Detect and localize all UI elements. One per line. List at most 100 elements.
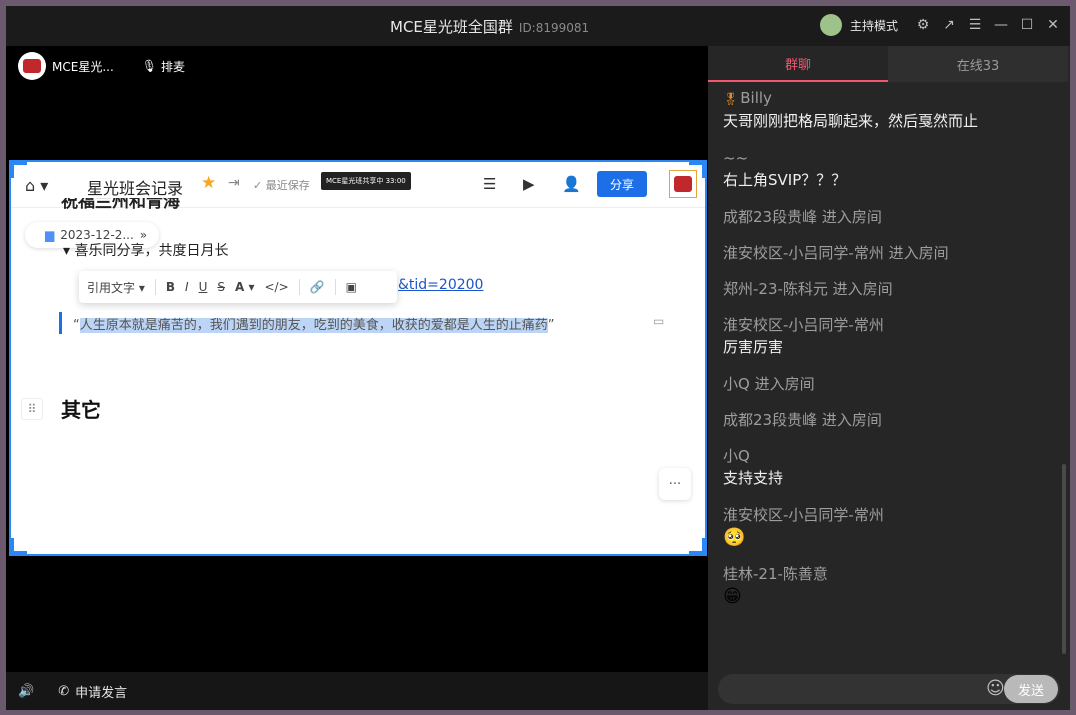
quote-open-mark: “: [73, 318, 80, 333]
message-text: 厉害厉害: [723, 338, 784, 356]
emoji-icon[interactable]: ☺: [986, 678, 1005, 699]
saved-status: ✓ 最近保存: [253, 179, 310, 192]
close-icon[interactable]: ✕: [1044, 16, 1062, 34]
comment-add-icon[interactable]: ▣: [346, 280, 357, 294]
message-sender: ~~: [723, 149, 749, 167]
style-select[interactable]: 引用文字 ▾: [87, 279, 145, 296]
toolbar-divider: [334, 279, 336, 295]
doc-link[interactable]: &tid=20200: [398, 277, 483, 293]
toolbar-divider: [154, 279, 156, 295]
drag-handle-icon[interactable]: ⠿: [21, 398, 43, 420]
message-text: 天哥刚刚把格局聊起来，然后戛然而止: [723, 112, 979, 130]
app-window: MCE星光班全国群 ID:8199081 主持模式 ⚙ ↗ ☰ — ☐ ✕ MCE…: [6, 6, 1070, 710]
collaborator-icon[interactable]: 👤: [562, 175, 581, 193]
tab-online[interactable]: 在线33: [888, 46, 1068, 82]
message-text: 支持支持: [723, 469, 784, 487]
sharing-status-tag: MCE星光班共享中 33:00: [321, 172, 411, 190]
toolbar-divider: [298, 279, 300, 295]
home-icon[interactable]: ⌂ ▾: [25, 176, 48, 195]
heading-other: 其它: [61, 398, 101, 422]
sender-name: Billy: [740, 89, 772, 107]
code-icon[interactable]: </>: [264, 280, 288, 294]
system-message: 成都23段贵峰 进入房间: [723, 207, 1053, 227]
outline-icon[interactable]: ☰: [483, 175, 496, 193]
saved-label: 最近保存: [265, 179, 310, 192]
message-sender: 小Q: [723, 447, 750, 465]
phone-icon: ✆: [58, 683, 70, 699]
chat-tabs: 群聊 在线33: [708, 46, 1070, 82]
volume-icon[interactable]: 🔊: [18, 684, 34, 699]
request-speak-button[interactable]: ✆ 申请发言: [58, 682, 127, 701]
medal-icon: 🎖: [723, 92, 739, 106]
bullet-item: ▾ 喜乐同分享，共度日月长: [63, 243, 229, 259]
selection-corner: [11, 162, 27, 178]
style-select-label: 引用文字: [87, 280, 136, 295]
grin-emoji-icon: 😁: [723, 586, 742, 607]
italic-icon[interactable]: I: [185, 280, 189, 294]
quote-block[interactable]: “人生原本就是痛苦的，我们遇到的朋友，吃到的美食，收获的爱都是人生的止痛药”: [73, 314, 555, 333]
message-sender: 淮安校区-小吕同学-常州: [723, 316, 884, 334]
file-icon: ▆: [45, 228, 55, 242]
host-mode-label[interactable]: 主持模式: [850, 17, 898, 34]
system-message: 小Q 进入房间: [723, 374, 1053, 394]
bullet-text: 喜乐同分享，共度日月长: [74, 243, 229, 259]
mic-queue-button[interactable]: 🎙 排麦: [142, 58, 185, 75]
strikethrough-icon[interactable]: S: [217, 280, 225, 294]
bold-icon[interactable]: B: [166, 280, 175, 294]
font-color-icon[interactable]: A ▾: [235, 280, 255, 294]
more-options-button[interactable]: ···: [659, 468, 691, 500]
chat-message: 淮安校区-小吕同学-常州 🥺: [723, 505, 1053, 548]
message-sender: 成都23段贵峰 进入房间: [723, 208, 882, 226]
message-sender: 成都23段贵峰 进入房间: [723, 411, 882, 429]
message-sender: 淮安校区-小吕同学-常州 进入房间: [723, 244, 949, 262]
message-sender: 🎖 Billy: [723, 88, 1053, 109]
mic-queue-label: 排麦: [161, 59, 186, 74]
message-sender: 桂林-21-陈善意: [723, 565, 828, 583]
chat-message: ~~ 右上角SVIP？？？: [723, 148, 1053, 191]
share-button[interactable]: 分享: [597, 171, 647, 197]
move-to-icon[interactable]: ⇥: [228, 175, 240, 191]
comment-icon[interactable]: ▭: [653, 314, 664, 328]
video-stage: MCE星光... 🎙 排麦 ⌂ ▾ 星光班会记录 ★ ⇥ ✓ 最近保存 MCE星…: [6, 46, 708, 672]
link-icon[interactable]: 🔗: [310, 280, 325, 294]
host-avatar[interactable]: [819, 14, 842, 36]
message-text: 右上角SVIP？？？: [723, 171, 847, 189]
room-name: MCE星光...: [52, 59, 114, 74]
chat-input[interactable]: ☺ 发送: [718, 674, 1060, 704]
format-toolbar: 引用文字 ▾ B I U S A ▾ </> 🔗 ▣: [79, 271, 397, 303]
send-button[interactable]: 发送: [1004, 675, 1058, 703]
message-list: 🎖 Billy 天哥刚刚把格局聊起来，然后戛然而止 ~~ 右上角SVIP？？？ 成…: [723, 88, 1053, 668]
star-icon[interactable]: ★: [201, 173, 216, 193]
minimize-icon[interactable]: —: [992, 16, 1010, 34]
room-avatar[interactable]: [18, 52, 46, 80]
menu-icon[interactable]: ☰: [966, 16, 984, 34]
selection-corner: [11, 538, 27, 554]
message-sender: 小Q 进入房间: [723, 375, 815, 393]
quote-bar: [59, 312, 62, 334]
present-icon[interactable]: ▶: [523, 175, 535, 193]
partial-heading: 祝福兰州和青海: [61, 198, 180, 210]
chat-panel: 群聊 在线33 🎖 Billy 天哥刚刚把格局聊起来，然后戛然而止 ~~ 右上角S…: [708, 46, 1070, 710]
tab-group-chat[interactable]: 群聊: [708, 46, 888, 82]
maximize-icon[interactable]: ☐: [1018, 16, 1036, 34]
message-sender: 郑州-23-陈科元 进入房间: [723, 280, 893, 298]
chat-scrollbar[interactable]: [1062, 464, 1066, 654]
chat-message: 桂林-21-陈善意 😁: [723, 564, 1053, 607]
settings-icon[interactable]: ⚙: [914, 16, 932, 34]
mic-icon: 🎙: [141, 59, 157, 73]
popout-icon[interactable]: ↗: [940, 16, 958, 34]
group-id: ID:8199081: [518, 21, 590, 35]
request-speak-label: 申请发言: [75, 685, 128, 701]
group-name: MCE星光班全国群: [390, 18, 513, 36]
window-title: MCE星光班全国群 ID:8199081: [390, 16, 589, 37]
shared-document: ⌂ ▾ 星光班会记录 ★ ⇥ ✓ 最近保存 MCE星光班共享中 33:00 ☰ …: [9, 160, 707, 556]
chat-message: 🎖 Billy 天哥刚刚把格局聊起来，然后戛然而止: [723, 88, 1053, 132]
underline-icon[interactable]: U: [199, 280, 208, 294]
chat-message: 小Q 支持支持: [723, 446, 1053, 489]
system-message: 成都23段贵峰 进入房间: [723, 410, 1053, 430]
room-info: MCE星光... 🎙 排麦: [18, 52, 185, 80]
quote-close-mark: ”: [547, 318, 555, 333]
message-sender: 淮安校区-小吕同学-常州: [723, 506, 884, 524]
selection-corner: [689, 162, 705, 178]
pleading-emoji-icon: 🥺: [723, 527, 746, 548]
